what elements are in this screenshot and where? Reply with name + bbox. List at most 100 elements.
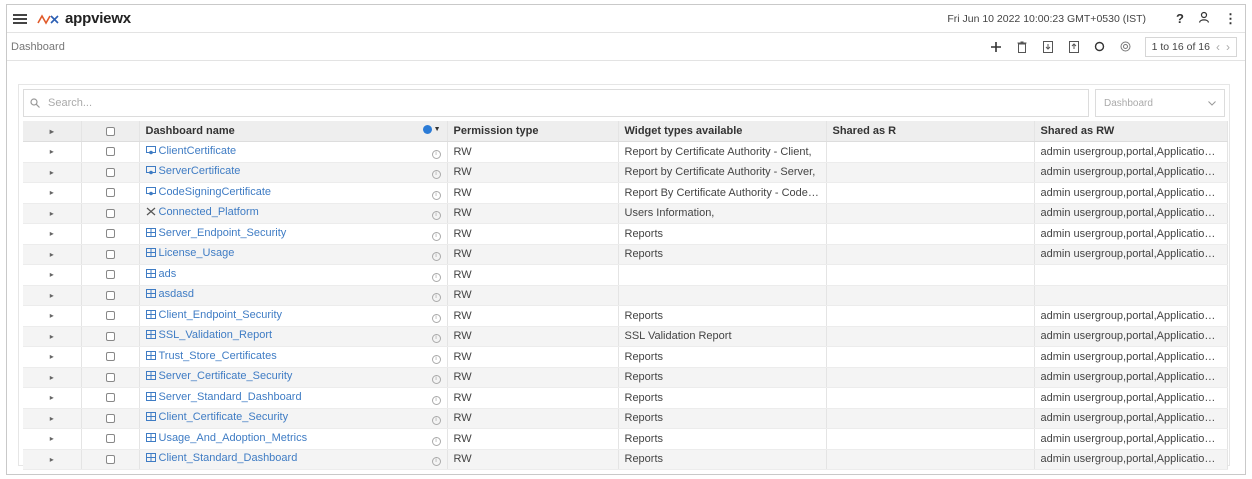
dashboard-link[interactable]: Server_Endpoint_Security: [159, 227, 287, 239]
row-checkbox[interactable]: [105, 249, 115, 259]
dashboard-link[interactable]: Server_Standard_Dashboard: [159, 391, 302, 403]
table-row[interactable]: ▸ Connected_Platform i RW Users Information,…: [23, 203, 1228, 224]
help-icon[interactable]: ?: [1176, 11, 1184, 26]
row-expand-icon[interactable]: ▸: [23, 244, 82, 265]
table-row[interactable]: ▸ Client_Endpoint_Security i RW Reports admin…: [23, 305, 1228, 327]
row-checkbox[interactable]: [105, 290, 115, 300]
table-row[interactable]: ▸ License_Usage i RW Reports admin usergroup,…: [23, 244, 1228, 265]
dashboard-link[interactable]: Client_Endpoint_Security: [159, 309, 283, 321]
info-icon[interactable]: i: [431, 149, 441, 159]
table-row[interactable]: ▸ Server_Endpoint_Security i RW Reports admin…: [23, 223, 1228, 245]
header-widget-types[interactable]: Widget types available: [618, 121, 827, 142]
table-row[interactable]: ▸ Server_Standard_Dashboard i RW Reports admi…: [23, 387, 1228, 409]
import-icon[interactable]: [1037, 37, 1059, 57]
user-icon[interactable]: [1198, 11, 1210, 26]
column-options-icon[interactable]: ▼: [422, 125, 441, 134]
next-page-icon[interactable]: ›: [1226, 40, 1230, 54]
row-checkbox[interactable]: [105, 393, 115, 403]
row-expand-icon[interactable]: ▸: [23, 408, 82, 429]
row-expand-icon[interactable]: ▸: [23, 449, 82, 470]
table-row[interactable]: ▸ Usage_And_Adoption_Metrics i RW Reports adm…: [23, 428, 1228, 450]
info-icon[interactable]: i: [431, 354, 441, 364]
row-expand-icon[interactable]: ▸: [23, 305, 82, 327]
header-permission-type[interactable]: Permission type: [447, 121, 619, 142]
table-row[interactable]: ▸ Trust_Store_Certificates i RW Reports admin…: [23, 346, 1228, 368]
row-checkbox[interactable]: [105, 372, 115, 382]
prev-page-icon[interactable]: ‹: [1216, 40, 1220, 54]
row-checkbox[interactable]: [105, 434, 115, 444]
refresh-icon[interactable]: [1089, 37, 1111, 57]
dashboard-link[interactable]: Client_Standard_Dashboard: [159, 452, 298, 464]
table-row[interactable]: ▸ CodeSigningCertificate i RW Report By Cert…: [23, 182, 1228, 204]
info-icon[interactable]: i: [431, 211, 441, 221]
info-icon[interactable]: i: [431, 436, 441, 446]
row-checkbox[interactable]: [105, 147, 115, 157]
row-expand-icon[interactable]: ▸: [23, 162, 82, 183]
row-checkbox[interactable]: [105, 229, 115, 239]
info-icon[interactable]: i: [431, 272, 441, 282]
dashboard-link[interactable]: Usage_And_Adoption_Metrics: [159, 432, 308, 444]
export-icon[interactable]: [1063, 37, 1085, 57]
select-all-checkbox[interactable]: [105, 126, 115, 136]
settings-icon[interactable]: [1115, 37, 1137, 57]
row-checkbox[interactable]: [105, 167, 115, 177]
row-checkbox[interactable]: [105, 188, 115, 198]
dashboard-link[interactable]: Trust_Store_Certificates: [159, 350, 277, 362]
info-icon[interactable]: i: [431, 190, 441, 200]
row-checkbox[interactable]: [105, 331, 115, 341]
info-icon[interactable]: i: [431, 231, 441, 241]
info-icon[interactable]: i: [431, 457, 441, 467]
dashboard-link[interactable]: ads: [159, 268, 177, 280]
table-row[interactable]: ▸ asdasd i RW: [23, 285, 1228, 306]
info-icon[interactable]: i: [431, 395, 441, 405]
table-row[interactable]: ▸ SSL_Validation_Report i RW SSL Validation …: [23, 326, 1228, 347]
dashboard-link[interactable]: ClientCertificate: [159, 145, 237, 157]
table-row[interactable]: ▸ ads i RW: [23, 264, 1228, 286]
search-input[interactable]: [46, 96, 1082, 110]
info-icon[interactable]: i: [431, 170, 441, 180]
info-icon[interactable]: i: [431, 375, 441, 385]
row-expand-icon[interactable]: ▸: [23, 428, 82, 450]
dashboard-link[interactable]: Server_Certificate_Security: [159, 370, 293, 382]
dashboard-link[interactable]: Connected_Platform: [159, 206, 259, 218]
row-expand-icon[interactable]: ▸: [23, 326, 82, 347]
info-icon[interactable]: i: [431, 313, 441, 323]
info-icon[interactable]: i: [431, 293, 441, 303]
table-row[interactable]: ▸ ServerCertificate i RW Report by Certifica…: [23, 162, 1228, 183]
row-expand-icon[interactable]: ▸: [23, 141, 82, 163]
dashboard-link[interactable]: ServerCertificate: [159, 165, 241, 177]
header-shared-r[interactable]: Shared as R: [826, 121, 1035, 142]
more-vertical-icon[interactable]: ⋮: [1224, 11, 1237, 27]
delete-icon[interactable]: [1011, 37, 1033, 57]
expand-all-header[interactable]: ▸: [23, 121, 82, 142]
row-checkbox[interactable]: [105, 413, 115, 423]
info-icon[interactable]: i: [431, 334, 441, 344]
row-checkbox[interactable]: [105, 208, 115, 218]
table-row[interactable]: ▸ Client_Certificate_Security i RW Reports ad…: [23, 408, 1228, 429]
row-checkbox[interactable]: [105, 454, 115, 464]
info-icon[interactable]: i: [431, 252, 441, 262]
table-row[interactable]: ▸ Server_Certificate_Security i RW Reports ad…: [23, 367, 1228, 388]
dashboard-link[interactable]: CodeSigningCertificate: [159, 186, 272, 198]
row-expand-icon[interactable]: ▸: [23, 264, 82, 286]
header-dashboard-name[interactable]: Dashboard name ▼: [139, 121, 448, 142]
row-expand-icon[interactable]: ▸: [23, 182, 82, 204]
row-expand-icon[interactable]: ▸: [23, 346, 82, 368]
row-checkbox[interactable]: [105, 311, 115, 321]
add-icon[interactable]: [985, 37, 1007, 57]
row-expand-icon[interactable]: ▸: [23, 285, 82, 306]
scope-select[interactable]: Dashboard: [1095, 89, 1225, 117]
row-expand-icon[interactable]: ▸: [23, 367, 82, 388]
row-expand-icon[interactable]: ▸: [23, 223, 82, 245]
row-checkbox[interactable]: [105, 352, 115, 362]
row-expand-icon[interactable]: ▸: [23, 203, 82, 224]
dashboard-link[interactable]: License_Usage: [159, 247, 235, 259]
dashboard-link[interactable]: Client_Certificate_Security: [159, 411, 289, 423]
info-icon[interactable]: i: [431, 416, 441, 426]
table-row[interactable]: ▸ ClientCertificate i RW Report by Certifica…: [23, 141, 1228, 163]
row-checkbox[interactable]: [105, 270, 115, 280]
menu-icon[interactable]: [13, 13, 27, 24]
row-expand-icon[interactable]: ▸: [23, 387, 82, 409]
header-shared-rw[interactable]: Shared as RW: [1034, 121, 1228, 142]
table-row[interactable]: ▸ Client_Standard_Dashboard i RW Reports admi…: [23, 449, 1228, 470]
